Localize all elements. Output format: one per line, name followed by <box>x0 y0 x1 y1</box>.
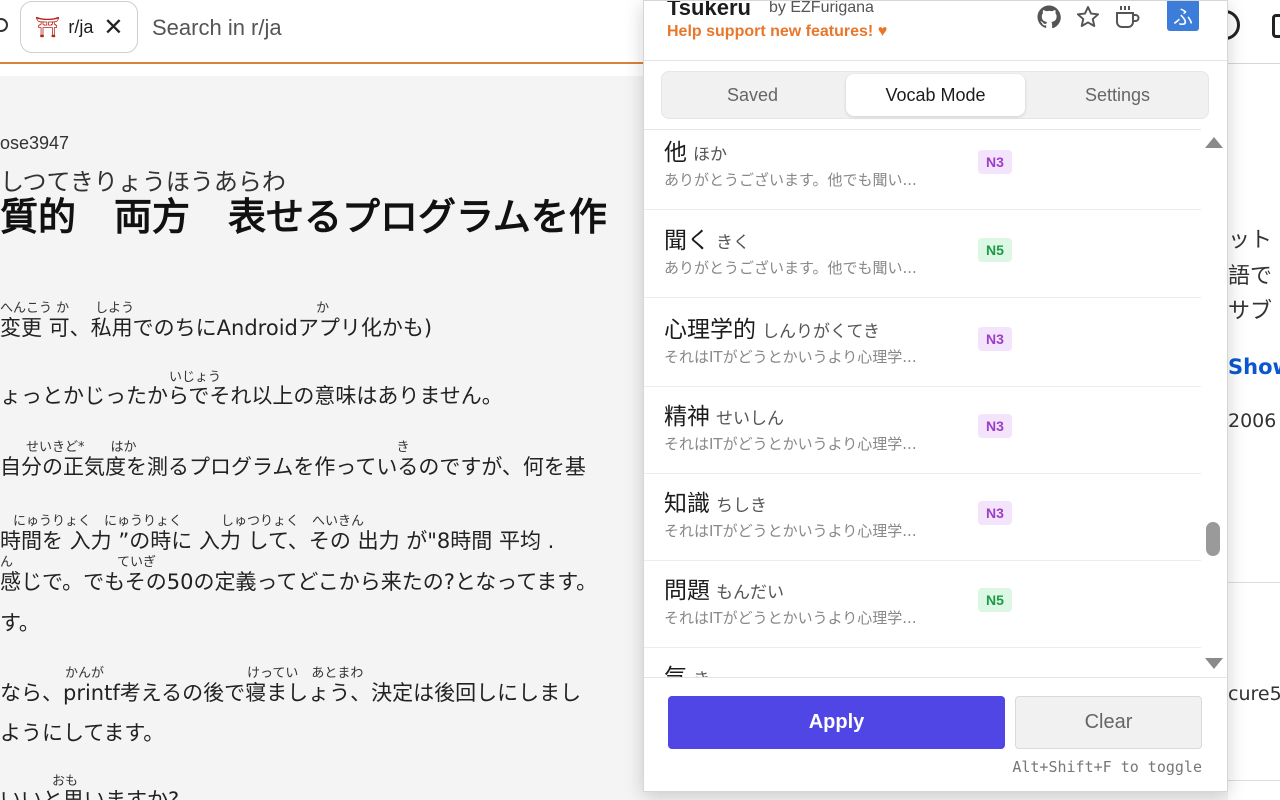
subreddit-chip-label: r/ja <box>68 16 94 37</box>
vocab-item[interactable]: 気き <box>644 648 1201 677</box>
vocab-word: 聞く <box>664 228 710 254</box>
tab-vocab-mode[interactable]: Vocab Mode <box>846 74 1025 116</box>
vocab-scrollbar[interactable] <box>1201 129 1227 677</box>
vocab-item[interactable]: 問題 もんだい それはITがどうとかいうより心理学... N5 <box>644 561 1201 648</box>
apply-button[interactable]: Apply <box>668 696 1005 749</box>
vocab-example: それはITがどうとかいうより心理学... <box>664 348 917 366</box>
scroll-thumb[interactable] <box>1206 522 1220 556</box>
vocab-item[interactable]: 心理学的 しんりがくてき それはITがどうとかいうより心理学... N3 <box>644 300 1201 387</box>
search-icon[interactable] <box>0 18 8 32</box>
scroll-up-icon[interactable] <box>1205 137 1223 148</box>
body-line: 自分の正気度を測るプログラムを作っているのですが、何を基 <box>0 455 586 479</box>
vocab-word: 心理学的 <box>664 317 756 343</box>
body-line: 変更 可、私用でのちにAndroidアプリ化かも) <box>0 316 433 340</box>
clear-button[interactable]: Clear <box>1015 696 1202 749</box>
vocab-reading: ちしき <box>716 496 767 516</box>
vocab-example: ありがとうございます。他でも聞い... <box>664 259 917 277</box>
vocab-item[interactable]: 知識 ちしき それはITがどうとかいうより心理学... N3 <box>644 474 1201 561</box>
post-username[interactable]: ose3947 <box>0 133 69 154</box>
close-icon[interactable]: ✕ <box>103 15 123 39</box>
sidebar-text: cure5 <box>1228 683 1280 705</box>
vocab-word: 気 <box>664 665 687 677</box>
torii-icon: ⛩ <box>35 15 61 39</box>
jlpt-badge: N5 <box>978 588 1012 612</box>
star-icon[interactable] <box>1074 3 1102 31</box>
popup-footer: Apply Clear Alt+Shift+F to toggle <box>644 677 1227 791</box>
github-icon[interactable] <box>1035 3 1063 31</box>
body-line: 感じで。でもその50の定義ってどこから来たの?となってます。 <box>0 570 598 594</box>
jlpt-badge: N3 <box>978 414 1012 438</box>
app-logo[interactable]: ふ <box>1167 1 1199 31</box>
jlpt-badge: N3 <box>978 150 1012 174</box>
body-line: いいと思いますか? <box>0 788 180 800</box>
vocab-example: それはITがどうとかいうより心理学... <box>664 609 917 627</box>
vocab-reading: ほか <box>693 145 727 165</box>
sidebar-text: サブ <box>1228 299 1273 324</box>
search-input[interactable]: Search in r/ja <box>152 15 282 41</box>
mode-tabs: Saved Vocab Mode Settings <box>661 71 1209 119</box>
vocab-word: 知識 <box>664 491 710 517</box>
scroll-down-icon[interactable] <box>1205 658 1223 669</box>
body-line: ょっとかじったからでそれ以上の意味はありません。 <box>0 384 503 408</box>
vocab-reading: き <box>693 670 710 677</box>
jlpt-badge: N3 <box>978 501 1012 525</box>
subreddit-search-chip[interactable]: ⛩ r/ja ✕ <box>20 1 138 53</box>
app-title: Tsukeru <box>667 0 751 20</box>
vocab-item[interactable]: 精神 せいしん それはITがどうとかいうより心理学... N3 <box>644 387 1201 474</box>
vocab-reading: しんりがくてき <box>762 322 880 342</box>
app-author: by EZFurigana <box>769 0 874 16</box>
vocab-example: それはITがどうとかいうより心理学... <box>664 522 917 540</box>
vocab-word: 他 <box>664 140 687 166</box>
search-underline <box>0 62 660 64</box>
coffee-icon[interactable] <box>1114 3 1142 31</box>
vocab-reading: きく <box>716 233 750 253</box>
vocab-reading: せいしん <box>716 409 784 429</box>
vocab-item[interactable]: 他ほか ありがとうございます。他でも聞い... N3 <box>644 130 1201 210</box>
tab-settings[interactable]: Settings <box>1027 72 1208 118</box>
vocab-list[interactable]: 他ほか ありがとうございます。他でも聞い... N3 聞く きく ありがとうござい… <box>644 129 1201 677</box>
tab-saved[interactable]: Saved <box>662 72 843 118</box>
support-link[interactable]: Help support new features! ♥ <box>667 23 887 41</box>
popup-header: Tsukeru by EZFurigana Help support new f… <box>644 0 1227 61</box>
vocab-reading: もんだい <box>716 583 784 603</box>
show-more-link[interactable]: Show <box>1228 355 1280 379</box>
body-line: す。 <box>0 611 40 635</box>
jlpt-badge: N5 <box>978 238 1012 262</box>
sidebar-divider <box>1228 582 1280 583</box>
body-line: なら、printf考えるの後で寝ましょう、決定は後回しにしまし <box>0 681 582 705</box>
sidebar-divider <box>1228 780 1280 781</box>
tsukeru-popup: Tsukeru by EZFurigana Help support new f… <box>643 0 1228 792</box>
created-year: 2006 <box>1228 410 1277 432</box>
jlpt-badge: N3 <box>978 327 1012 351</box>
vocab-word: 精神 <box>664 404 710 430</box>
vocab-example: それはITがどうとかいうより心理学... <box>664 435 917 453</box>
post-title: 質的 両方 表せるプログラムを作 <box>0 195 607 239</box>
reddit-sidebar: ット 語で サブ Show 2006 cure5 <box>1228 76 1280 800</box>
account-icon[interactable] <box>1272 14 1280 38</box>
vocab-item[interactable]: 聞く きく ありがとうございます。他でも聞い... N5 <box>644 211 1201 298</box>
shortcut-hint: Alt+Shift+F to toggle <box>1012 758 1202 776</box>
sidebar-text: 語で <box>1228 264 1273 289</box>
vocab-word: 問題 <box>664 578 710 604</box>
vocab-example: ありがとうございます。他でも聞い... <box>664 171 917 189</box>
body-line: ようにしてます。 <box>0 721 165 745</box>
sidebar-text: ット <box>1228 228 1273 253</box>
